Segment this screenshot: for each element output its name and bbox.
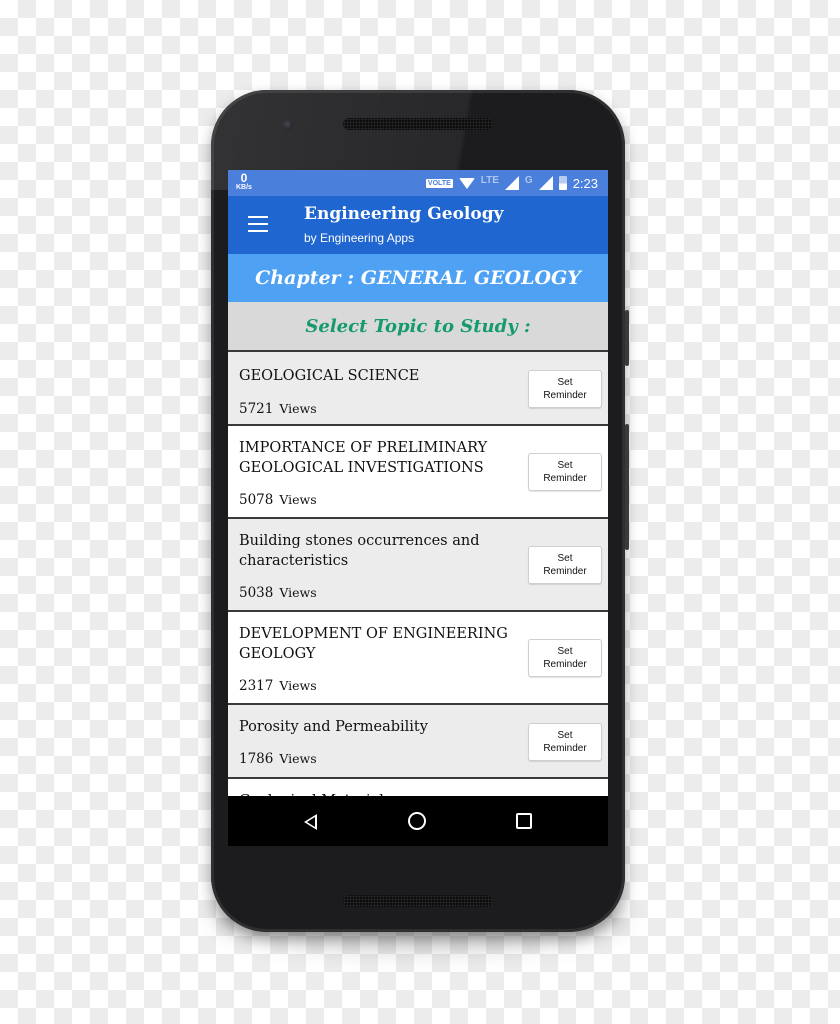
topic-views: 5078 Views (239, 492, 317, 508)
signal-icon-2 (538, 176, 553, 190)
set-reminder-button[interactable]: Set Reminder (528, 453, 602, 491)
topic-list: GEOLOGICAL SCIENCE 5721 Views Set Reminder… (228, 352, 608, 839)
set-reminder-button[interactable]: Set Reminder (528, 370, 602, 408)
volte-icon: VOLTE (425, 178, 453, 188)
front-camera (283, 120, 293, 130)
topic-views: 1786 Views (239, 751, 317, 767)
topic-item[interactable]: IMPORTANCE OF PRELIMINARY GEOLOGICAL INV… (228, 426, 608, 519)
topic-title: GEOLOGICAL SCIENCE (239, 368, 420, 384)
clock: 2:23 (572, 175, 598, 191)
power-button (625, 310, 629, 366)
g-label: G (524, 174, 533, 186)
chapter-header: Chapter : GENERAL GEOLOGY (228, 254, 608, 302)
app-subtitle: by Engineering Apps (304, 231, 415, 245)
set-reminder-button[interactable]: Set Reminder (528, 639, 602, 677)
navigation-bar (228, 796, 608, 846)
select-topic-heading: Select Topic to Study : (228, 302, 608, 352)
earpiece-speaker (343, 118, 493, 130)
phone-screen: 0 KB/s VOLTE LTE G 2:23 Engineering Geol… (228, 170, 608, 846)
topic-item[interactable]: Porosity and Permeability 1786 Views Set R… (228, 705, 608, 779)
signal-icon (504, 176, 519, 190)
app-bar: Engineering Geology by Engineering Apps (228, 196, 608, 254)
topic-title: DEVELOPMENT OF ENGINEERING GEOLOGY (239, 626, 508, 662)
topic-item[interactable]: DEVELOPMENT OF ENGINEERING GEOLOGY 2317 V… (228, 612, 608, 705)
wifi-icon (458, 177, 475, 189)
topic-views: 2317 Views (239, 678, 317, 694)
set-reminder-button[interactable]: Set Reminder (528, 723, 602, 761)
battery-icon (558, 176, 567, 190)
home-icon[interactable] (408, 812, 426, 830)
lte-label: LTE (480, 174, 499, 186)
data-rate: 0 KB/s (236, 171, 252, 191)
topic-views: 5038 Views (239, 585, 317, 601)
topic-item[interactable]: GEOLOGICAL SCIENCE 5721 Views Set Reminder (228, 352, 608, 426)
topic-title: Porosity and Permeability (239, 719, 428, 735)
topic-title: Building stones occurrences and characte… (239, 533, 480, 569)
app-title: Engineering Geology (304, 204, 504, 224)
topic-item[interactable]: Building stones occurrences and characte… (228, 519, 608, 612)
status-bar: 0 KB/s VOLTE LTE G 2:23 (228, 170, 608, 196)
recents-icon[interactable] (516, 813, 532, 829)
topic-title: IMPORTANCE OF PRELIMINARY GEOLOGICAL INV… (239, 440, 488, 476)
hamburger-menu-icon[interactable] (248, 216, 268, 232)
bottom-speaker (343, 895, 493, 907)
topic-views: 5721 Views (239, 401, 317, 417)
volume-button (625, 424, 629, 550)
set-reminder-button[interactable]: Set Reminder (528, 546, 602, 584)
back-icon[interactable] (304, 814, 317, 830)
